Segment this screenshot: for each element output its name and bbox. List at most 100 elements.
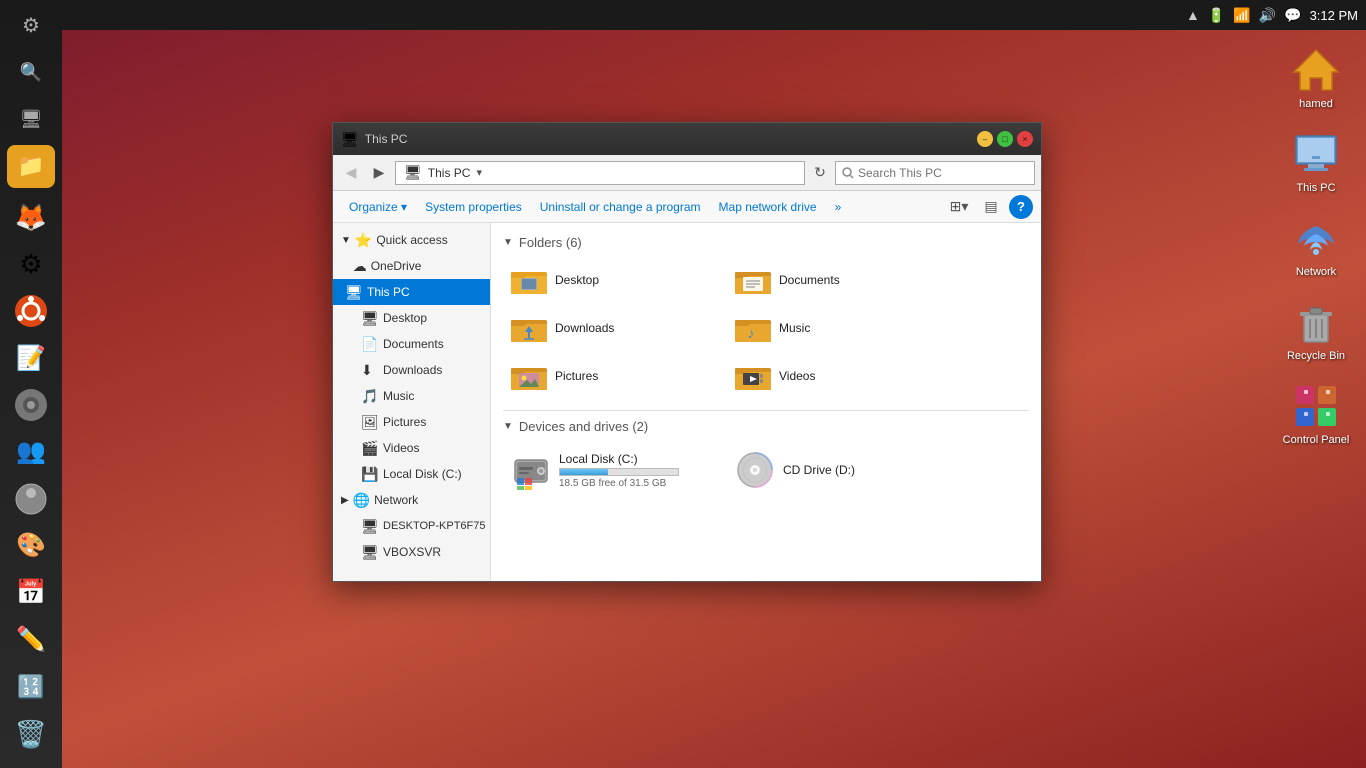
devices-section-header[interactable]: ▼ Devices and drives (2)	[503, 419, 1029, 434]
drive-cd[interactable]: CD Drive (D:)	[727, 442, 947, 498]
ribbon-toolbar: Organize ▾ System properties Uninstall o…	[333, 191, 1041, 223]
documents-folder-label: Documents	[779, 273, 840, 287]
topbar-right: ▲ 🔋 📶 🔊 💬 3:12 PM	[1186, 7, 1358, 24]
folder-downloads[interactable]: Downloads	[503, 306, 723, 350]
folders-section-title: Folders (6)	[519, 235, 582, 250]
cd-drive-info: CD Drive (D:)	[783, 463, 855, 477]
sidebar-item-downloads[interactable]: ⬇ Downloads	[333, 357, 490, 383]
sidebar-item-videos[interactable]: 🎬 Videos	[333, 435, 490, 461]
folder-pictures[interactable]: Pictures	[503, 354, 723, 398]
control-panel-desktop-icon[interactable]: Control Panel	[1276, 376, 1356, 450]
music-sidebar-icon: 🎵	[361, 388, 377, 405]
paint-icon[interactable]: 🎨	[7, 524, 55, 567]
videos-sidebar-icon: 🎬	[361, 440, 377, 457]
calc-icon[interactable]: 🔢	[7, 665, 55, 708]
folder-music[interactable]: ♪ Music	[727, 306, 947, 350]
documents-sidebar-icon: 📄	[361, 336, 377, 353]
sidebar-item-music[interactable]: 🎵 Music	[333, 383, 490, 409]
people-icon[interactable]: 👥	[7, 430, 55, 473]
sidebar-item-desktop-pc1[interactable]: 🖥 DESKTOP-KPT6F75	[333, 513, 490, 539]
downloads-folder-label: Downloads	[555, 321, 614, 335]
notification-icon[interactable]: 💬	[1284, 7, 1301, 24]
computer2-sidebar-icon: 🖥	[361, 544, 377, 561]
folder-desktop[interactable]: Desktop	[503, 258, 723, 302]
maximize-button[interactable]: □	[997, 131, 1013, 147]
folder-documents[interactable]: Documents	[727, 258, 947, 302]
chevron-up-icon[interactable]: ▲	[1186, 7, 1200, 23]
clock: 3:12 PM	[1310, 8, 1358, 23]
more-ribbon-button[interactable]: »	[827, 195, 850, 219]
calendar-icon[interactable]: 📅	[7, 571, 55, 614]
home-icon	[1290, 44, 1342, 96]
drive-bar-container	[559, 468, 679, 476]
sidebar-item-this-pc[interactable]: 🖥 This PC	[333, 279, 490, 305]
pictures-sidebar-icon: 🖼	[361, 414, 377, 431]
local-disk-name: Local Disk (C:)	[559, 452, 679, 466]
notepad-icon[interactable]: 📝	[7, 337, 55, 380]
folders-grid: Desktop D	[503, 258, 1029, 398]
battery-icon: 🔋	[1208, 7, 1225, 24]
cd-drive-name: CD Drive (D:)	[783, 463, 855, 477]
desktop-sidebar-icon: 🖥	[361, 310, 377, 327]
sidebar-item-pictures[interactable]: 🖼 Pictures	[333, 409, 490, 435]
search-icon[interactable]: 🔍	[7, 51, 55, 94]
files-icon[interactable]: 📁	[7, 145, 55, 188]
sidebar-item-local-disk[interactable]: 💾 Local Disk (C:)	[333, 461, 490, 487]
system-properties-button[interactable]: System properties	[417, 195, 530, 219]
taskbar-trash-icon[interactable]: 🗑️	[7, 710, 55, 758]
this-pc-desktop-icon[interactable]: This PC	[1276, 124, 1356, 198]
sidebar-item-vboxsvr[interactable]: 🖥 VBOXSVR	[333, 539, 490, 565]
system-icon[interactable]	[7, 384, 55, 427]
devices-collapse-arrow: ▼	[503, 421, 513, 432]
pictures-folder-label: Pictures	[555, 369, 598, 383]
network-desktop-icon[interactable]: Network	[1276, 208, 1356, 282]
hdd-icon	[511, 450, 551, 490]
sidebar-item-network[interactable]: ▶ 🌐 Network	[333, 487, 490, 513]
uninstall-button[interactable]: Uninstall or change a program	[532, 195, 709, 219]
user-home-desktop-icon[interactable]: hamed	[1276, 40, 1356, 114]
firefox-icon[interactable]: 🦊	[7, 196, 55, 239]
back-button[interactable]: ◀	[339, 161, 363, 185]
window-title: This PC	[365, 132, 971, 146]
minimize-button[interactable]: –	[977, 131, 993, 147]
folder-videos[interactable]: Videos	[727, 354, 947, 398]
desktop-icons: hamed This PC Network	[1276, 40, 1356, 450]
xournal-icon[interactable]: ✏️	[7, 618, 55, 661]
address-path[interactable]: 🖥 This PC ▾	[395, 161, 805, 185]
globe-icon[interactable]	[7, 477, 55, 520]
ubuntu-icon[interactable]	[7, 290, 55, 333]
settings-icon[interactable]: ⚙	[7, 4, 55, 47]
organize-button[interactable]: Organize ▾	[341, 195, 415, 219]
forward-button[interactable]: ▶	[367, 161, 391, 185]
view-options-button[interactable]: ⊞▾	[945, 195, 973, 219]
sidebar-item-desktop[interactable]: 🖥 Desktop	[333, 305, 490, 331]
map-network-button[interactable]: Map network drive	[711, 195, 825, 219]
help-button[interactable]: ?	[1009, 195, 1033, 219]
refresh-button[interactable]: ↻	[809, 162, 831, 184]
desktop-folder-label: Desktop	[555, 273, 599, 287]
folders-section-header[interactable]: ▼ Folders (6)	[503, 235, 1029, 250]
network-icon	[1290, 212, 1342, 264]
this-pc-label: This PC	[1296, 182, 1335, 194]
show-desktop-icon[interactable]: 🖥	[7, 98, 55, 141]
videos-folder-label: Videos	[779, 369, 815, 383]
ubuntu-settings-icon[interactable]: ⚙	[7, 243, 55, 286]
address-pc-icon: 🖥	[404, 164, 422, 181]
sidebar-item-quick-access[interactable]: ▼ ⭐ Quick access	[333, 227, 490, 253]
window-controls: – □ ×	[977, 131, 1033, 147]
close-button[interactable]: ×	[1017, 131, 1033, 147]
devices-grid: Local Disk (C:) 18.5 GB free of 31.5 GB	[503, 442, 1029, 498]
drive-local-disk[interactable]: Local Disk (C:) 18.5 GB free of 31.5 GB	[503, 442, 723, 498]
search-input[interactable]	[835, 161, 1035, 185]
documents-folder-icon	[735, 262, 771, 298]
sidebar-item-onedrive[interactable]: ▶ ☁ OneDrive	[333, 253, 490, 279]
this-pc-icon	[1290, 128, 1342, 180]
address-bar: ◀ ▶ 🖥 This PC ▾ ↻	[333, 155, 1041, 191]
sidebar-item-documents[interactable]: 📄 Documents	[333, 331, 490, 357]
downloads-sidebar-icon: ⬇	[361, 362, 377, 379]
recycle-bin-desktop-icon[interactable]: Recycle Bin	[1276, 292, 1356, 366]
preview-pane-button[interactable]: ▤	[977, 195, 1005, 219]
cd-icon	[735, 450, 775, 490]
svg-text:♪: ♪	[748, 325, 755, 341]
address-dropdown-btn[interactable]: ▾	[476, 166, 482, 179]
